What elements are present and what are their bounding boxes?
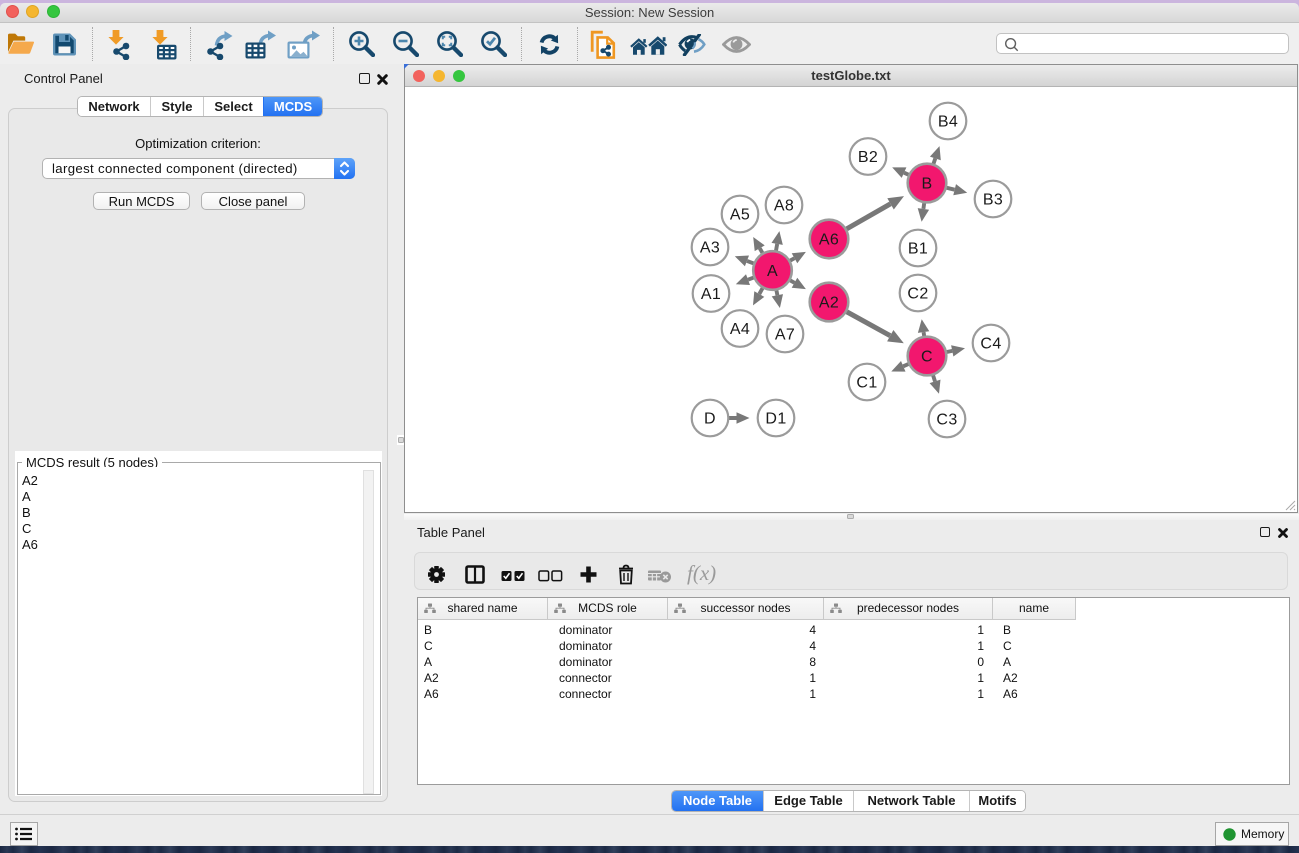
svg-text:C4: C4 (980, 336, 1001, 353)
svg-text:D1: D1 (765, 411, 786, 428)
svg-text:C3: C3 (936, 412, 957, 429)
svg-text:D: D (704, 411, 716, 428)
svg-text:B3: B3 (983, 192, 1003, 209)
svg-text:C1: C1 (856, 375, 877, 392)
svg-text:B1: B1 (908, 241, 928, 258)
svg-text:A3: A3 (700, 240, 720, 257)
svg-text:A6: A6 (819, 232, 839, 249)
svg-text:C: C (921, 349, 933, 366)
svg-text:B2: B2 (858, 149, 878, 166)
svg-text:A1: A1 (701, 286, 721, 303)
svg-text:A: A (767, 263, 778, 280)
svg-text:A7: A7 (775, 327, 795, 344)
svg-text:B4: B4 (938, 114, 958, 131)
svg-text:A2: A2 (819, 295, 839, 312)
svg-text:A5: A5 (730, 207, 750, 224)
svg-text:A8: A8 (774, 198, 794, 215)
svg-text:B: B (921, 176, 932, 193)
svg-text:A4: A4 (730, 321, 750, 338)
svg-text:C2: C2 (907, 286, 928, 303)
